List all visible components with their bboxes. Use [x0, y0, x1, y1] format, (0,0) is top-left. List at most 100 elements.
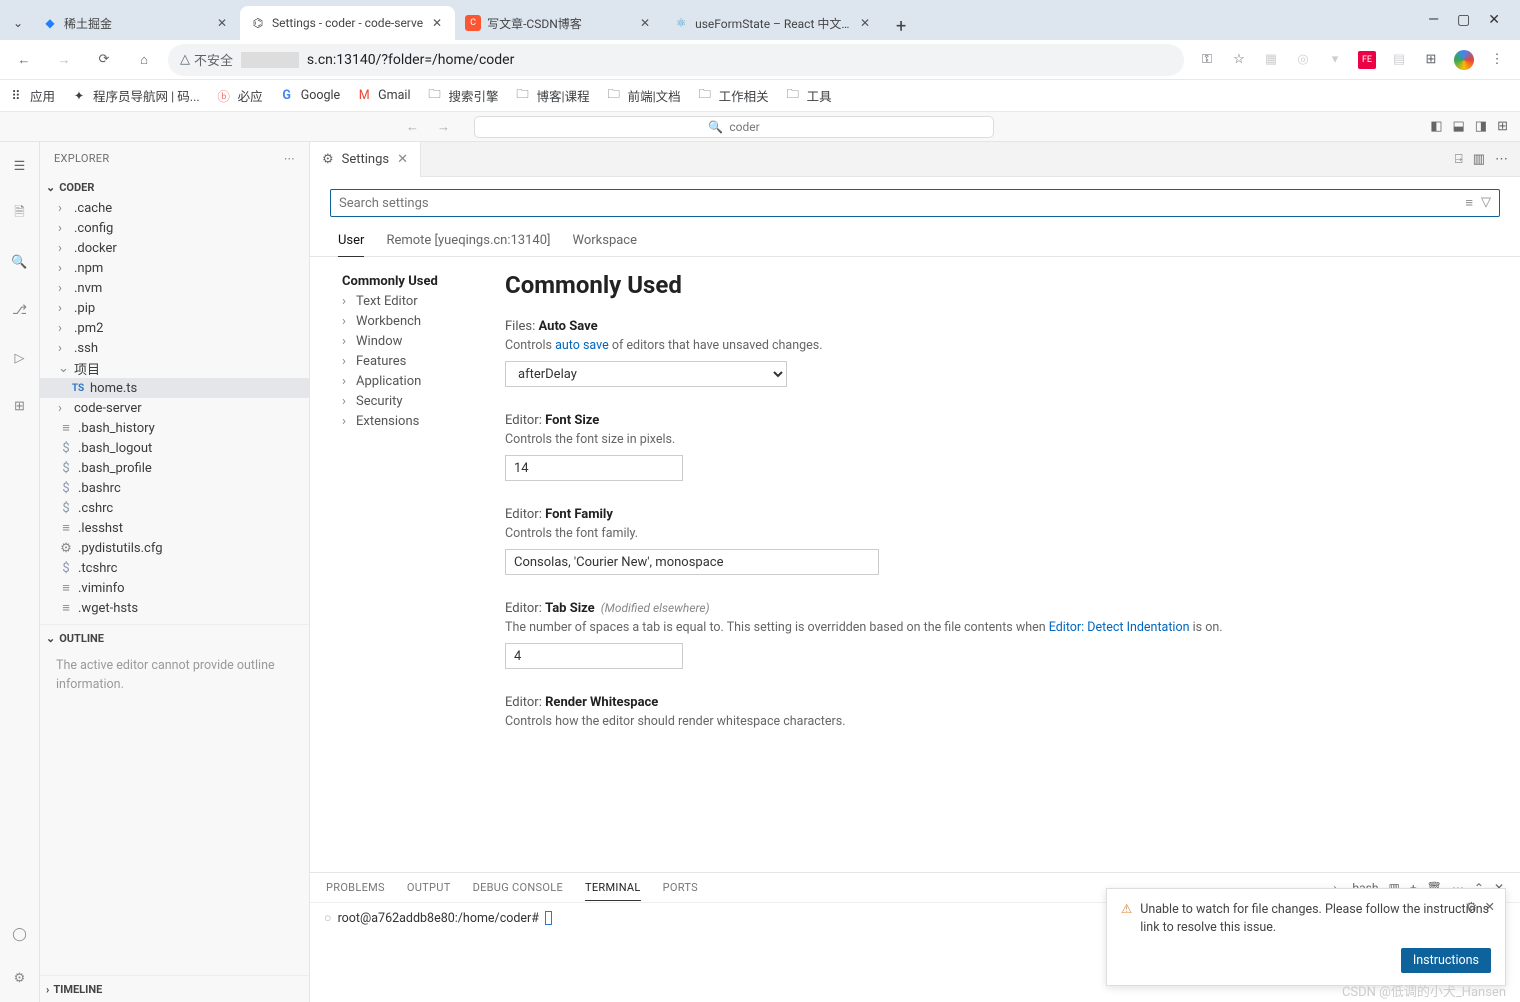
- panel-tab-debug[interactable]: DEBUG CONSOLE: [473, 881, 563, 894]
- account-icon[interactable]: ◯: [8, 922, 32, 946]
- new-tab-button[interactable]: +: [887, 12, 915, 40]
- tree-item[interactable]: $.bash_logout: [40, 438, 309, 458]
- bookmark-folder-7[interactable]: 🗀前端|文档: [606, 86, 681, 105]
- forward-button[interactable]: →: [48, 44, 80, 76]
- scope-tab-remote[interactable]: Remote [yueqings.cn:13140]: [386, 227, 550, 256]
- bookmark-google[interactable]: GGoogle: [279, 88, 340, 104]
- bookmark-1[interactable]: ✦程序员导航网 | 码...: [71, 86, 200, 105]
- ext-icon-2[interactable]: ◎: [1294, 51, 1312, 69]
- toc-item[interactable]: ›Application: [342, 371, 477, 391]
- workspace-header[interactable]: ⌄CODER: [40, 176, 309, 198]
- open-settings-json-icon[interactable]: ⍈: [1455, 152, 1463, 167]
- settings-search-box[interactable]: ≡ ▽: [330, 189, 1500, 217]
- close-window-button[interactable]: ✕: [1488, 12, 1500, 28]
- layout-sidebar-left-icon[interactable]: ◧: [1430, 119, 1442, 134]
- clear-search-icon[interactable]: ≡: [1465, 195, 1473, 211]
- tree-item[interactable]: $.tcshrc: [40, 558, 309, 578]
- tree-item[interactable]: ⚙.pydistutils.cfg: [40, 538, 309, 558]
- tabsize-input[interactable]: [505, 643, 683, 669]
- ext-icon-1[interactable]: ▦: [1262, 51, 1280, 69]
- ext-icon-3[interactable]: ▾: [1326, 51, 1344, 69]
- explorer-more-icon[interactable]: ⋯: [284, 152, 295, 165]
- toc-item[interactable]: ›Extensions: [342, 411, 477, 431]
- filter-icon[interactable]: ▽: [1481, 195, 1491, 211]
- tree-item[interactable]: ›.pip: [40, 298, 309, 318]
- browser-tab-0[interactable]: ◆ 稀土掘金 ✕: [32, 6, 240, 40]
- panel-tab-terminal[interactable]: TERMINAL: [585, 881, 641, 901]
- panel-tab-problems[interactable]: PROBLEMS: [326, 881, 385, 894]
- tree-item[interactable]: ›.ssh: [40, 338, 309, 358]
- tree-item[interactable]: ≡.lesshst: [40, 518, 309, 538]
- toc-item[interactable]: ›Text Editor: [342, 291, 477, 311]
- layout-custom-icon[interactable]: ⊞: [1497, 119, 1508, 134]
- close-icon[interactable]: ✕: [429, 15, 445, 31]
- run-debug-icon[interactable]: ▷: [8, 346, 32, 370]
- timeline-header[interactable]: ›TIMELINE: [40, 978, 309, 1000]
- dropdown-tab-menu[interactable]: ⌄: [4, 6, 32, 40]
- more-actions-icon[interactable]: ⋯: [1495, 152, 1508, 167]
- tree-item[interactable]: ≡.viminfo: [40, 578, 309, 598]
- panel-tab-output[interactable]: OUTPUT: [407, 881, 451, 894]
- toc-item[interactable]: ›Window: [342, 331, 477, 351]
- tree-item[interactable]: ⌄项目: [40, 358, 309, 378]
- autosave-link[interactable]: auto save: [555, 338, 609, 353]
- tree-item[interactable]: $.cshrc: [40, 498, 309, 518]
- tree-item[interactable]: ›.pm2: [40, 318, 309, 338]
- menu-icon[interactable]: ☰: [8, 154, 32, 178]
- password-icon[interactable]: ⚿: [1198, 51, 1216, 69]
- reload-button[interactable]: ⟳: [88, 44, 120, 76]
- bookmark-folder-9[interactable]: 🗀工具: [785, 86, 832, 105]
- address-bar[interactable]: △ 不安全 xx s.cn:13140/?folder=/home/coder: [168, 44, 1184, 76]
- star-icon[interactable]: ☆: [1230, 51, 1248, 69]
- layout-panel-icon[interactable]: ⬓: [1453, 119, 1465, 134]
- toc-item[interactable]: ›Workbench: [342, 311, 477, 331]
- tree-item[interactable]: ›.cache: [40, 198, 309, 218]
- tree-item[interactable]: $.bash_profile: [40, 458, 309, 478]
- gear-icon[interactable]: ⚙: [1466, 899, 1477, 915]
- toc-item[interactable]: Commonly Used: [342, 271, 477, 291]
- detect-indent-link[interactable]: Editor: Detect Indentation: [1049, 620, 1190, 635]
- command-center[interactable]: 🔍 coder: [474, 116, 994, 138]
- close-icon[interactable]: ✕: [637, 15, 653, 31]
- tree-item[interactable]: TShome.ts: [40, 378, 309, 398]
- search-icon[interactable]: 🔍: [8, 250, 32, 274]
- toc-item[interactable]: ›Security: [342, 391, 477, 411]
- tree-item[interactable]: ›code-server: [40, 398, 309, 418]
- extensions-icon[interactable]: ⊞: [8, 394, 32, 418]
- maximize-button[interactable]: ▢: [1457, 12, 1470, 28]
- outline-header[interactable]: ⌄OUTLINE: [40, 627, 309, 649]
- toc-item[interactable]: ›Features: [342, 351, 477, 371]
- bookmark-folder-6[interactable]: 🗀博客|课程: [515, 86, 590, 105]
- bookmark-gmail[interactable]: MGmail: [356, 88, 410, 104]
- minimize-button[interactable]: —: [1428, 12, 1439, 28]
- layout-sidebar-right-icon[interactable]: ◨: [1475, 119, 1487, 134]
- tree-item[interactable]: ›.docker: [40, 238, 309, 258]
- bookmark-folder-5[interactable]: 🗀搜索引擎: [427, 86, 499, 105]
- scope-tab-user[interactable]: User: [338, 227, 364, 257]
- editor-tab-settings[interactable]: ⚙ Settings ✕: [310, 142, 421, 177]
- tree-item[interactable]: ›.config: [40, 218, 309, 238]
- explorer-icon[interactable]: 🗎: [8, 202, 32, 226]
- nav-forward-icon[interactable]: →: [431, 117, 456, 137]
- tree-item[interactable]: ›.nvm: [40, 278, 309, 298]
- tree-item[interactable]: ≡.bash_history: [40, 418, 309, 438]
- panel-tab-ports[interactable]: PORTS: [663, 881, 698, 894]
- close-icon[interactable]: ✕: [857, 15, 873, 31]
- back-button[interactable]: ←: [8, 44, 40, 76]
- close-icon[interactable]: ✕: [397, 152, 408, 167]
- close-icon[interactable]: ✕: [1485, 899, 1495, 915]
- settings-search-input[interactable]: [339, 196, 1465, 211]
- browser-tab-2[interactable]: C 写文章-CSDN博客 ✕: [455, 6, 663, 40]
- ext-icon-4[interactable]: FE: [1358, 51, 1376, 69]
- tree-item[interactable]: $.bashrc: [40, 478, 309, 498]
- nav-back-icon[interactable]: ←: [400, 117, 425, 137]
- autosave-select[interactable]: afterDelay: [505, 361, 787, 387]
- scope-tab-workspace[interactable]: Workspace: [572, 227, 637, 256]
- extensions-button[interactable]: ⊞: [1422, 51, 1440, 69]
- split-editor-icon[interactable]: ▥: [1473, 152, 1485, 167]
- instructions-button[interactable]: Instructions: [1401, 948, 1491, 973]
- fontsize-input[interactable]: [505, 455, 683, 481]
- settings-gear-icon[interactable]: ⚙: [8, 966, 32, 990]
- source-control-icon[interactable]: ⎇: [8, 298, 32, 322]
- browser-menu[interactable]: ⋮: [1488, 51, 1506, 69]
